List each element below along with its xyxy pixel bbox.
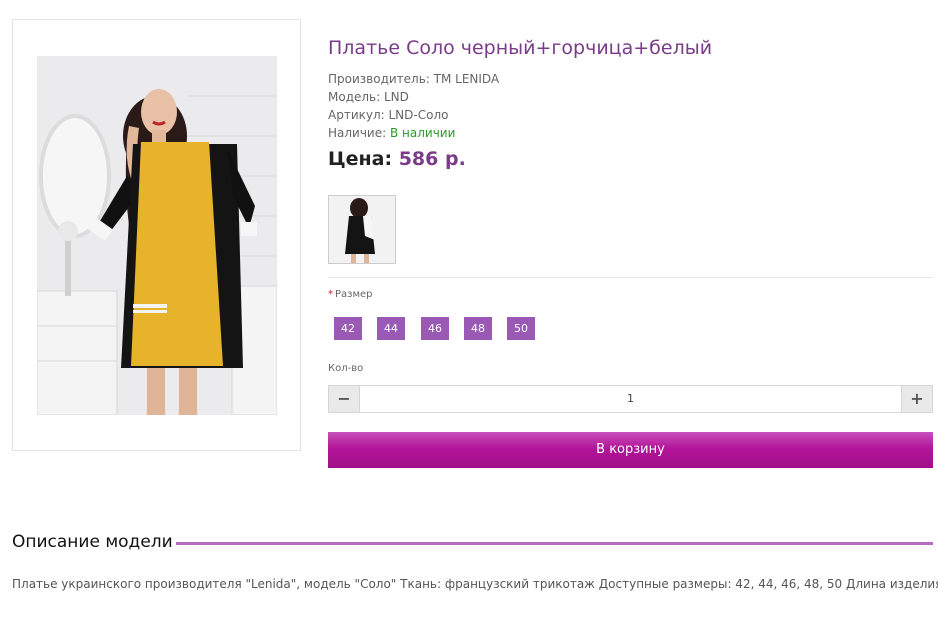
price: Цена: 586 р.	[328, 148, 466, 170]
required-mark: *	[328, 289, 333, 300]
add-to-cart-button[interactable]: В корзину	[328, 432, 933, 468]
size-option-42[interactable]: 42	[334, 317, 362, 340]
qty-label: Кол-во	[328, 363, 364, 374]
thumbnail-dress-icon	[329, 196, 395, 263]
sku: Артикул: LND-Соло	[328, 108, 449, 122]
qty-increase-button[interactable]: +	[901, 386, 932, 412]
size-label-text: Размер	[335, 289, 373, 300]
availability: Наличие: В наличии	[328, 126, 455, 140]
size-option-50[interactable]: 50	[507, 317, 535, 340]
description-underline	[176, 542, 933, 545]
main-image-frame[interactable]	[12, 19, 301, 451]
divider	[328, 277, 933, 278]
price-label: Цена:	[328, 148, 393, 170]
qty-decrease-button[interactable]: −	[329, 386, 360, 412]
minus-icon: −	[337, 389, 351, 408]
description-heading: Описание модели	[12, 532, 173, 552]
availability-label: Наличие:	[328, 126, 390, 140]
size-option-44[interactable]: 44	[377, 317, 405, 340]
quantity-stepper: − 1 +	[328, 385, 933, 413]
product-title: Платье Соло черный+горчица+белый	[328, 37, 713, 59]
size-option-48[interactable]: 48	[464, 317, 492, 340]
model: Модель: LND	[328, 90, 409, 104]
product-thumbnail[interactable]	[328, 195, 396, 264]
product-main-image[interactable]	[37, 56, 277, 415]
size-label: * Размер	[328, 289, 373, 300]
price-value: 586 р.	[398, 148, 466, 170]
description-text: Платье украинского производителя "Lenida…	[12, 577, 938, 591]
manufacturer: Производитель: TM LENIDA	[328, 72, 500, 86]
plus-icon: +	[910, 389, 924, 408]
size-option-46[interactable]: 46	[421, 317, 449, 340]
availability-status: В наличии	[389, 126, 456, 140]
dress-photo-icon	[37, 56, 277, 415]
qty-input[interactable]: 1	[360, 386, 901, 412]
